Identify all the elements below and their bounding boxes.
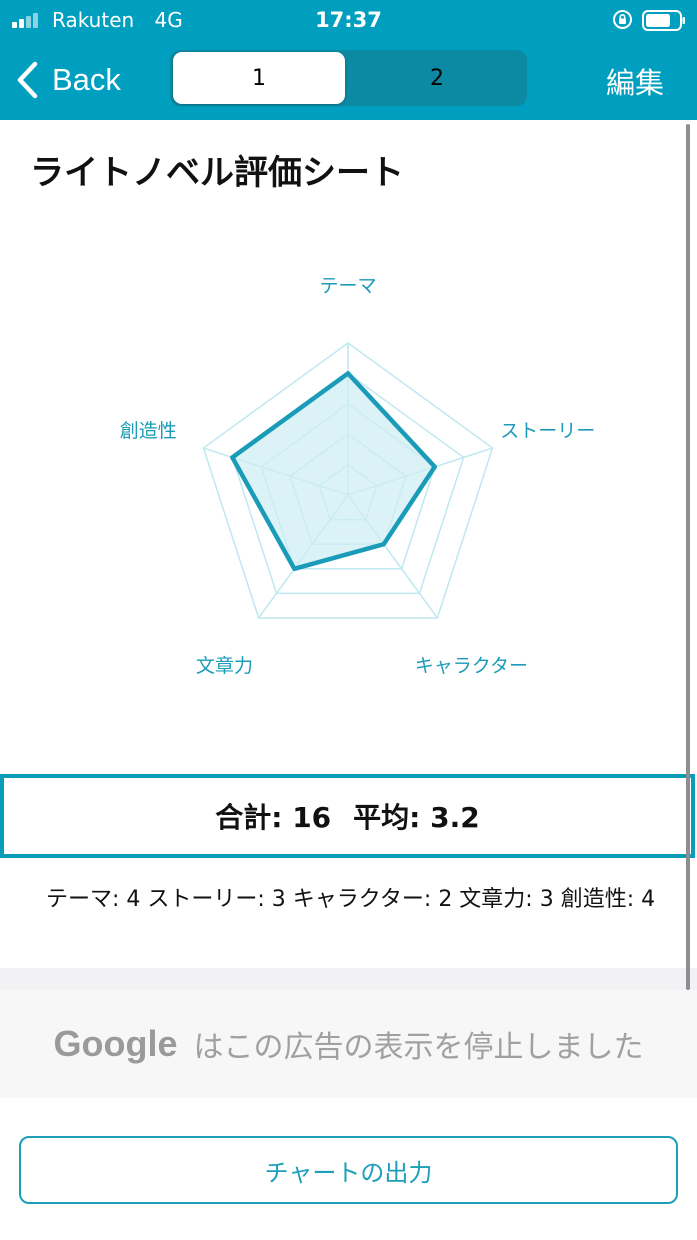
radar-data-point (230, 455, 235, 460)
radar-axis-label: 創造性 (120, 420, 177, 442)
orientation-lock-icon (613, 10, 632, 29)
radar-series-polygon (230, 371, 437, 572)
export-chart-button[interactable]: チャートの出力 (19, 1136, 678, 1204)
page-segmented-control: 1 2 (170, 50, 527, 106)
score-detail: テーマ: 4 ストーリー: 3 キャラクター: 2 文章力: 3 創造性: 4 (46, 887, 656, 912)
chevron-left-icon (17, 61, 38, 99)
radar-chart: テーマストーリーキャラクター 文章力 創造性 (120, 275, 595, 677)
ad-message: はこの広告の表示を停止しました (193, 1030, 644, 1065)
scrollbar[interactable] (686, 124, 690, 990)
total-score: 合計: 16 (215, 801, 332, 834)
radar-axis-label: キャラクター (415, 655, 528, 677)
radar-data-point (381, 542, 386, 547)
segment-page-1[interactable]: 1 (173, 52, 345, 104)
average-score: 平均: 3.2 (353, 801, 480, 834)
google-logo: Google (53, 1023, 178, 1064)
radar-axis-label: テーマ (319, 275, 376, 297)
radar-axis-label: ストーリー (500, 420, 595, 442)
status-bar: Rakuten 4G 17:37 (0, 0, 697, 40)
navigation-bar: Rakuten 4G 17:37 Back 1 2 編集 (0, 0, 697, 120)
segment-page-2[interactable]: 2 (350, 52, 524, 104)
ad-banner[interactable]: Google はこの広告の表示を停止しました (0, 990, 697, 1098)
back-button[interactable]: Back (14, 60, 121, 100)
radar-data-point (346, 371, 350, 376)
ad-divider (0, 968, 697, 990)
edit-button[interactable]: 編集 (606, 60, 664, 102)
radar-axis-label: 文章力 (196, 655, 253, 677)
radar-data-point (432, 464, 437, 469)
status-time: 17:37 (315, 8, 382, 32)
radar-data-point (292, 566, 297, 571)
score-summary: 合計: 16 平均: 3.2 (0, 774, 695, 858)
battery-icon (642, 10, 685, 31)
back-label: Back (52, 62, 121, 97)
sheet-title: ライトノベル評価シート (30, 153, 404, 193)
